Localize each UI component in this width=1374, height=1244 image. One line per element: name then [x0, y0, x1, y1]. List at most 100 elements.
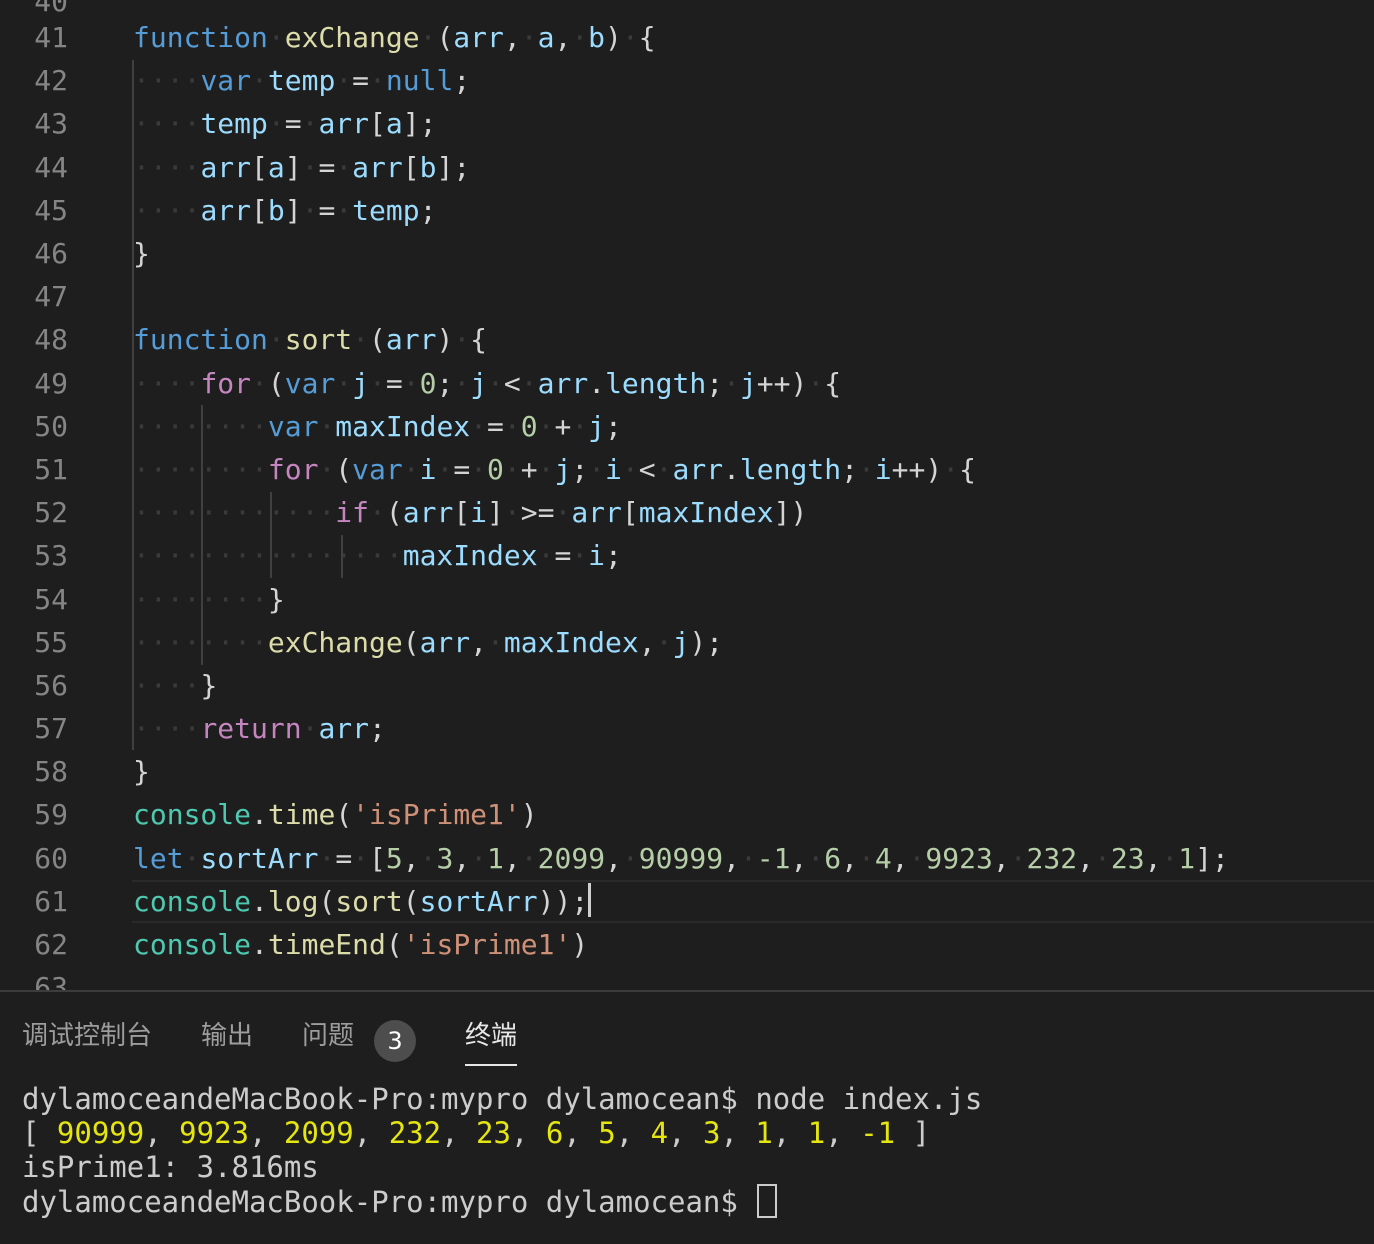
- output-value: 9923: [179, 1116, 249, 1150]
- output-bracket-open: [: [22, 1116, 57, 1150]
- tab-debug-console[interactable]: 调试控制台: [22, 1014, 152, 1064]
- line-number: 47: [34, 280, 68, 313]
- output-value: 4: [650, 1116, 669, 1150]
- line-number: 55: [34, 626, 68, 659]
- bottom-panel: 调试控制台 输出 问题 3 终端 dylamoceandeMacBook-Pro…: [0, 990, 1374, 1244]
- code-line[interactable]: 47: [0, 275, 1374, 318]
- line-number: 59: [34, 798, 68, 831]
- output-value: 232: [388, 1116, 442, 1150]
- line-number: 60: [34, 842, 68, 875]
- indent-guide: [270, 492, 272, 578]
- tab-problems[interactable]: 问题: [302, 1014, 354, 1064]
- line-number: 54: [34, 583, 68, 616]
- line-code: ····temp·=·arr[a];: [133, 107, 437, 140]
- code-line[interactable]: 59 console.time('isPrime1'): [0, 793, 1374, 836]
- output-value: 90999: [56, 1116, 145, 1150]
- code-line[interactable]: 56 ····}: [0, 664, 1374, 707]
- line-code: function·sort·(arr)·{: [133, 323, 488, 356]
- line-code: ····}: [133, 669, 218, 702]
- code-line[interactable]: 61 console.log(sort(sortArr));: [0, 880, 1374, 923]
- terminal-line-command: dylamoceandeMacBook-Pro:mypro dylamocean…: [22, 1082, 982, 1116]
- output-value: 1: [807, 1116, 826, 1150]
- code-line[interactable]: 62 console.timeEnd('isPrime1'): [0, 923, 1374, 966]
- line-number: 44: [34, 151, 68, 184]
- terminal-output-array: [ 90999, 9923, 2099, 232, 23, 6, 5, 4, 3…: [22, 1116, 931, 1150]
- line-number: 45: [34, 194, 68, 227]
- line-code: ············if·(arr[i]·>=·arr[maxIndex]): [133, 496, 808, 529]
- terminal-cursor: [757, 1184, 778, 1218]
- indent-guide: [132, 362, 134, 665]
- terminal-command: node index.js: [755, 1082, 983, 1116]
- line-number: 43: [34, 107, 68, 140]
- panel-tabs: 调试控制台 输出 问题 3 终端: [0, 992, 1374, 1072]
- code-line[interactable]: 54 ········}: [0, 578, 1374, 621]
- line-code: ········for·(var·i·=·0·+·j;·i·<·arr.leng…: [133, 453, 976, 486]
- line-code: ········var·maxIndex·=·0·+·j;: [133, 410, 622, 443]
- terminal-prompt-2: dylamoceandeMacBook-Pro:mypro dylamocean…: [22, 1185, 738, 1219]
- code-line[interactable]: 46}: [0, 232, 1374, 275]
- line-code: ········}: [133, 583, 285, 616]
- line-code: console.log(sort(sortArr));: [133, 880, 592, 923]
- line-number: 57: [34, 712, 68, 745]
- indent-guide: [201, 405, 203, 665]
- line-number: 62: [34, 928, 68, 961]
- line-code: ····var·temp·=·null;: [133, 64, 471, 97]
- code-line[interactable]: 50 ········var·maxIndex·=·0·+·j;: [0, 405, 1374, 448]
- indent-guide: [341, 535, 343, 578]
- output-value: 23: [476, 1116, 511, 1150]
- code-line[interactable]: 55 ········exChange(arr,·maxIndex,·j);: [0, 621, 1374, 664]
- line-number: 48: [34, 323, 68, 356]
- code-line[interactable]: 49 ····for·(var·j·=·0;·j·<·arr.length;·j+…: [0, 362, 1374, 405]
- line-code: let·sortArr·=·[5,·3,·1,·2099,·90999,·-1,…: [133, 842, 1229, 875]
- code-editor[interactable]: 40 41 function·exChange·(arr,·a,·b)·{42 ···…: [0, 0, 1374, 990]
- problems-count-badge: 3: [374, 1020, 416, 1062]
- code-line[interactable]: 41 function·exChange·(arr,·a,·b)·{: [0, 16, 1374, 59]
- line-code: console.time('isPrime1'): [133, 798, 538, 831]
- terminal-line-prompt[interactable]: dylamoceandeMacBook-Pro:mypro dylamocean…: [22, 1184, 778, 1219]
- line-number: 46: [34, 237, 68, 270]
- code-line[interactable]: 44 ····arr[a]·=·arr[b];: [0, 146, 1374, 189]
- output-value: 5: [598, 1116, 616, 1150]
- code-line[interactable]: 45 ····arr[b]·=·temp;: [0, 189, 1374, 232]
- line-number: 49: [34, 367, 68, 400]
- code-line[interactable]: 60 let·sortArr·=·[5,·3,·1,·2099,·90999,·-…: [0, 837, 1374, 880]
- line-code: ········exChange(arr,·maxIndex,·j);: [133, 626, 724, 659]
- code-line[interactable]: 42 ····var·temp·=·null;: [0, 59, 1374, 102]
- text-cursor: [588, 883, 592, 917]
- code-line[interactable]: 63: [0, 966, 1374, 990]
- line-number: 52: [34, 496, 68, 529]
- line-code: }: [133, 237, 150, 270]
- line-code: ····arr[b]·=·temp;: [133, 194, 437, 227]
- line-number: 58: [34, 755, 68, 788]
- terminal-prompt: dylamoceandeMacBook-Pro:mypro dylamocean…: [22, 1082, 738, 1116]
- tab-output[interactable]: 输出: [201, 1014, 253, 1064]
- line-number: 63: [34, 971, 68, 990]
- line-code: ····arr[a]·=·arr[b];: [133, 151, 471, 184]
- line-number: 51: [34, 453, 68, 486]
- line-code: ····return·arr;: [133, 712, 386, 745]
- code-line[interactable]: 51 ········for·(var·i·=·0·+·j;·i·<·arr.le…: [0, 448, 1374, 491]
- code-line[interactable]: 48 function·sort·(arr)·{: [0, 318, 1374, 361]
- output-value: 6: [545, 1116, 564, 1150]
- terminal-timing: isPrime1: 3.816ms: [22, 1150, 319, 1184]
- code-line[interactable]: 53 ················maxIndex·=·i;: [0, 534, 1374, 577]
- output-value: 1: [755, 1116, 773, 1150]
- line-code: ····for·(var·j·=·0;·j·<·arr.length;·j++)…: [133, 367, 842, 400]
- code-line[interactable]: 52 ············if·(arr[i]·>=·arr[maxIndex…: [0, 491, 1374, 534]
- line-code: function·exChange·(arr,·a,·b)·{: [133, 21, 656, 54]
- output-bracket-close: ]: [895, 1116, 931, 1150]
- line-number: 41: [34, 21, 68, 54]
- output-value: -1: [860, 1116, 896, 1150]
- code-line[interactable]: 58}: [0, 750, 1374, 793]
- tab-terminal[interactable]: 终端: [465, 1014, 518, 1066]
- line-code: ················maxIndex·=·i;: [133, 539, 622, 572]
- line-number: 50: [34, 410, 68, 443]
- line-number: 42: [34, 64, 68, 97]
- line-code: console.timeEnd('isPrime1'): [133, 928, 589, 961]
- output-value: 3: [703, 1116, 721, 1150]
- line-code: }: [133, 755, 150, 788]
- code-line[interactable]: 43 ····temp·=·arr[a];: [0, 102, 1374, 145]
- code-line[interactable]: 57 ····return·arr;: [0, 707, 1374, 750]
- line-number: 53: [34, 539, 68, 572]
- line-number: 61: [34, 885, 68, 918]
